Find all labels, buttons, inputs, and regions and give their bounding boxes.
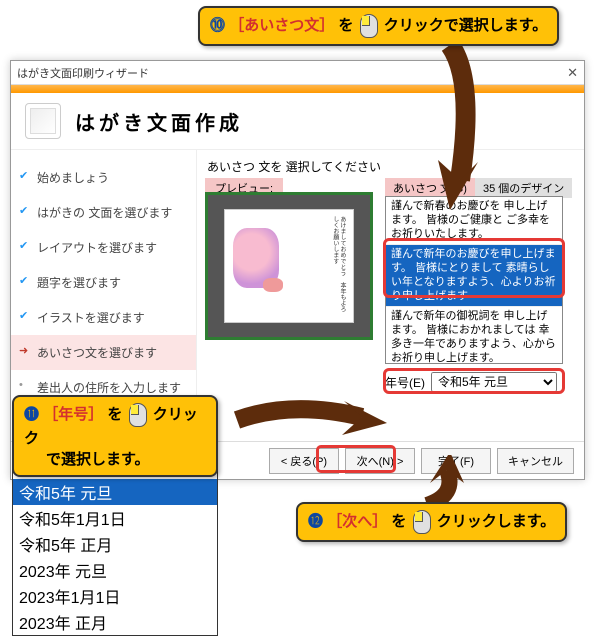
dropdown-option-selected[interactable]: 令和5年 元旦 — [13, 479, 217, 505]
cancel-button[interactable]: キャンセル — [497, 448, 574, 474]
bracket-text: ［年号］ — [43, 406, 103, 423]
list-item[interactable]: 謹んで新年の御祝詞を 申し上げます。 皆様におかれましては 幸多き一年であります… — [386, 307, 562, 364]
greeting-list[interactable]: 謹んで新春のお慶びを 申し上げます。 皆様のご健康と ご多幸をお祈りいたします。… — [385, 196, 563, 364]
accent-strip — [11, 85, 584, 93]
step-item[interactable]: ✔レイアウトを選びます — [11, 230, 196, 265]
bracket-text: ［あいさつ文］ — [229, 17, 334, 34]
right-pane: あいさつ 文を 選択してください プレビュー: あけましておめでとう 本年もよろ… — [196, 150, 584, 450]
close-icon[interactable]: ✕ — [567, 65, 578, 81]
mouse-icon — [413, 510, 431, 534]
dropdown-option[interactable]: 令和5年 正月 — [13, 531, 217, 557]
year-label: 年号(E) — [385, 374, 425, 391]
step-item[interactable]: ✔始めましょう — [11, 160, 196, 195]
title-bar: はがき文面印刷ウィザード ✕ — [11, 61, 584, 85]
postcard-preview: あけましておめでとう 本年もよろしくお願いします — [224, 209, 354, 323]
callout-11: ⓫ ［年号］ を クリック で選択します。 — [12, 395, 218, 477]
dialog-title: はがき文面印刷ウィザード — [17, 65, 149, 81]
dropdown-option[interactable]: 2023年 正月 — [13, 609, 217, 635]
step-number: ⓾ — [210, 17, 225, 34]
year-dropdown-open[interactable]: (なし) 令和5年 元旦 令和5年1月1日 令和5年 正月 2023年 元旦 2… — [12, 452, 218, 636]
list-item-selected[interactable]: 謹んで新年のお慶びを申し上げます。 皆様にとりまして 素晴らしい年となりますよう… — [386, 245, 562, 307]
step-item-active[interactable]: ➜あいさつ文を選びます — [11, 335, 196, 370]
list-header: あいさつ 文(G) 35 個のデザイン — [385, 178, 572, 198]
list-item[interactable]: 謹んで新春のお慶びを 申し上げます。 皆様のご健康と ご多幸をお祈りいたします。 — [386, 197, 562, 245]
next-button[interactable]: 次へ(N) > — [345, 448, 415, 474]
step-item[interactable]: ✔題字を選びます — [11, 265, 196, 300]
year-row: 年号(E) 令和5年 元旦 — [385, 372, 557, 392]
dropdown-option[interactable]: 2023年1月1日 — [13, 583, 217, 609]
callout-10: ⓾ ［あいさつ文］ を クリックで選択します。 — [198, 6, 559, 46]
back-button[interactable]: < 戻る(P) — [269, 448, 339, 474]
illustration — [233, 228, 279, 288]
header-icon — [25, 103, 61, 139]
mouse-icon — [129, 403, 147, 427]
dropdown-option[interactable]: 令和5年1月1日 — [13, 505, 217, 531]
dropdown-option[interactable]: 2023年 元旦 — [13, 557, 217, 583]
finish-button[interactable]: 完了(F) — [421, 448, 491, 474]
mouse-icon — [360, 14, 378, 38]
step-number: ⓫ — [24, 406, 39, 423]
preview-box: あけましておめでとう 本年もよろしくお願いします — [205, 192, 373, 340]
year-select[interactable]: 令和5年 元旦 — [431, 372, 557, 392]
step-number: ⓬ — [308, 513, 323, 530]
card-text: あけましておめでとう 本年もよろしくお願いします — [279, 216, 345, 316]
bracket-text: ［次へ］ — [327, 513, 387, 530]
step-item[interactable]: ✔イラストを選びます — [11, 300, 196, 335]
step-item[interactable]: ✔はがきの 文面を選びます — [11, 195, 196, 230]
header: はがき文面作成 — [11, 93, 584, 150]
prompt-text: あいさつ 文を 選択してください — [207, 158, 574, 175]
page-title: はがき文面作成 — [75, 107, 243, 136]
callout-12: ⓬ ［次へ］ を クリックします。 — [296, 502, 567, 542]
